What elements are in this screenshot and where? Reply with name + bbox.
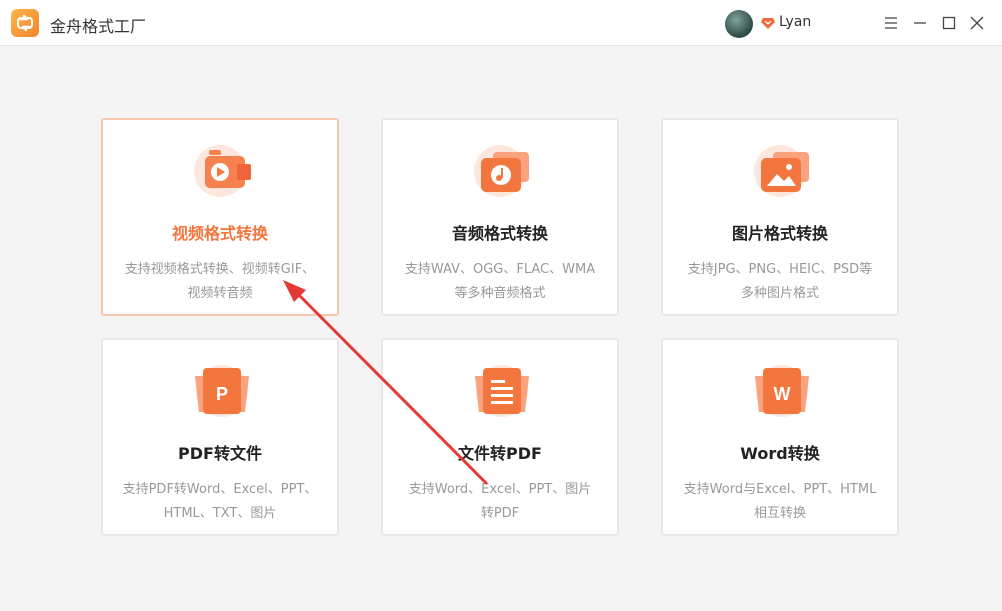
minimize-icon[interactable] — [910, 13, 930, 33]
pdf-icon: P — [195, 365, 249, 417]
card-video-convert[interactable]: 视频格式转换 支持视频格式转换、视频转GIF、 视频转音频 — [101, 118, 339, 316]
card-image-convert[interactable]: 图片格式转换 支持JPG、PNG、HEIC、PSD等 多种图片格式 — [661, 118, 899, 316]
card-desc-line: 支持PDF转Word、Excel、PPT、 — [122, 482, 318, 497]
audio-icon — [474, 145, 529, 197]
card-description: 支持视频格式转换、视频转GIF、 视频转音频 — [115, 258, 325, 306]
card-description: 支持JPG、PNG、HEIC、PSD等 多种图片格式 — [675, 258, 885, 306]
card-description: 支持Word、Excel、PPT、图片 转PDF — [395, 478, 605, 526]
app-title: 金舟格式工厂 — [50, 17, 147, 36]
card-title: 音频格式转换 — [451, 224, 548, 243]
image-icon — [754, 145, 809, 197]
video-icon — [194, 145, 251, 197]
card-desc-line: 支持视频格式转换、视频转GIF、 — [124, 262, 316, 277]
card-desc-line: 支持Word、Excel、PPT、图片 — [408, 482, 592, 497]
close-icon[interactable] — [967, 13, 987, 33]
word-icon: W — [755, 365, 809, 417]
card-audio-convert[interactable]: 音频格式转换 支持WAV、OGG、FLAC、WMA 等多种音频格式 — [381, 118, 619, 316]
card-description: 支持Word与Excel、PPT、HTML 相互转换 — [675, 478, 885, 526]
card-title: 图片格式转换 — [731, 224, 828, 243]
maximize-icon[interactable] — [939, 13, 959, 33]
card-description: 支持PDF转Word、Excel、PPT、 HTML、TXT、图片 — [115, 478, 325, 526]
card-title: 视频格式转换 — [171, 224, 268, 243]
card-description: 支持WAV、OGG、FLAC、WMA 等多种音频格式 — [395, 258, 605, 306]
document-icon — [475, 365, 529, 417]
vip-diamond-icon — [761, 18, 775, 29]
avatar[interactable] — [725, 10, 753, 38]
card-title: PDF转文件 — [178, 444, 262, 463]
card-desc-line: 等多种音频格式 — [454, 286, 546, 301]
card-title: Word转换 — [740, 444, 820, 463]
card-desc-line: 支持WAV、OGG、FLAC、WMA — [404, 262, 596, 277]
card-desc-line: 支持Word与Excel、PPT、HTML — [683, 482, 877, 497]
card-desc-line: 支持JPG、PNG、HEIC、PSD等 — [687, 262, 873, 277]
card-word-convert[interactable]: W Word转换 支持Word与Excel、PPT、HTML 相互转换 — [661, 338, 899, 536]
card-pdf-to-file[interactable]: P PDF转文件 支持PDF转Word、Excel、PPT、 HTML、TXT、… — [101, 338, 339, 536]
app-logo-icon — [11, 9, 39, 37]
card-file-to-pdf[interactable]: 文件转PDF 支持Word、Excel、PPT、图片 转PDF — [381, 338, 619, 536]
card-desc-line: 转PDF — [480, 506, 520, 521]
menu-icon[interactable] — [881, 13, 901, 33]
main-content: 视频格式转换 支持视频格式转换、视频转GIF、 视频转音频 音频格式转换 支持W… — [0, 46, 1002, 611]
card-desc-line: 多种图片格式 — [740, 286, 819, 301]
card-desc-line: 相互转换 — [753, 506, 806, 521]
title-bar: 金舟格式工厂 Lyan — [0, 0, 1002, 46]
username[interactable]: Lyan — [779, 14, 811, 30]
card-desc-line: 视频转音频 — [187, 286, 253, 301]
word-glyph: W — [774, 384, 791, 404]
card-desc-line: HTML、TXT、图片 — [163, 506, 277, 521]
card-title: 文件转PDF — [458, 444, 542, 463]
pdf-glyph: P — [216, 384, 228, 404]
